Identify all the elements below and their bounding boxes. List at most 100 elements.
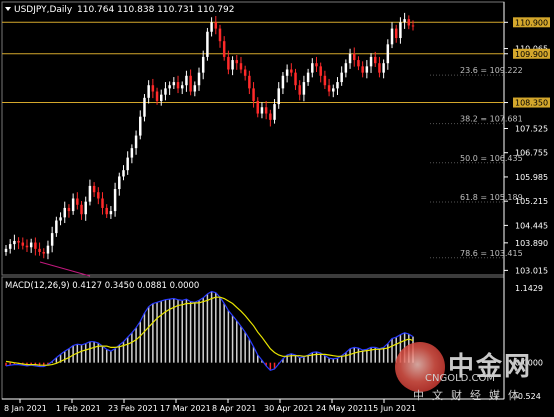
price-tick-label: 110.900 — [515, 18, 548, 27]
candle-body — [118, 176, 121, 190]
candle-body — [67, 207, 71, 212]
candle-body — [185, 75, 188, 86]
candle-body — [327, 85, 331, 92]
candle-body — [71, 198, 75, 212]
candle-body — [201, 56, 205, 73]
ohlc-label: 110.764 110.838 110.731 110.792 — [77, 5, 234, 15]
price-tick-label: 105.985 — [515, 173, 548, 182]
candle-body — [151, 85, 155, 92]
candle-body — [13, 240, 16, 245]
candle-body — [340, 72, 343, 83]
candle-body — [344, 63, 348, 73]
candle-body — [386, 44, 390, 64]
candle-body — [84, 201, 87, 215]
candle-body — [411, 25, 415, 27]
symbol-label: USDJPY,Daily — [14, 5, 73, 15]
candle-body — [323, 75, 327, 86]
candle-body — [88, 185, 92, 202]
candle-body — [46, 245, 50, 254]
candle-body — [269, 113, 272, 120]
candle-body — [264, 107, 268, 114]
fib-label-1: 38.2 = 107.681 — [460, 115, 523, 124]
candle-body — [243, 69, 247, 76]
price-tick-label: 104.445 — [515, 221, 548, 230]
candle-body — [357, 60, 360, 67]
candle-body — [218, 28, 222, 42]
candle-body — [63, 207, 66, 218]
candle-body — [407, 19, 411, 26]
candle-body — [80, 204, 83, 215]
time-tick-label: 23 Feb 2021 — [108, 404, 158, 413]
candle-body — [109, 211, 113, 215]
candle-body — [378, 63, 381, 73]
price-tick-label: 103.890 — [515, 239, 548, 248]
price-tick-label: 107.525 — [515, 124, 548, 133]
candle-body — [193, 85, 197, 92]
candle-body — [403, 19, 406, 23]
candle-body — [4, 248, 8, 252]
candle-body — [21, 242, 25, 246]
time-tick-label: 17 Mar 2021 — [160, 404, 211, 413]
candle-body — [126, 157, 129, 171]
candle-body — [315, 63, 318, 67]
candle-body — [353, 53, 356, 61]
candle-body — [160, 94, 163, 101]
candle-body — [101, 198, 104, 208]
candle-body — [25, 245, 29, 248]
watermark: 中金网 CNGOLD.COM 中文财经媒体 — [395, 342, 554, 402]
candle-body — [17, 240, 20, 243]
candle-body — [252, 88, 255, 101]
candle-body — [332, 88, 335, 92]
macd-tick-label: 1.1429 — [515, 284, 543, 293]
watermark-site: CNGOLD.COM — [425, 373, 496, 384]
candle-body — [373, 56, 377, 64]
candle-body — [365, 66, 369, 73]
candle-body — [147, 85, 150, 98]
fib-label-3: 61.8 = 105.189 — [460, 193, 523, 202]
candle-body — [256, 100, 259, 114]
candle-body — [348, 53, 352, 64]
candle-body — [260, 107, 264, 114]
candle-body — [155, 91, 159, 101]
candle-body — [189, 75, 192, 92]
candle-body — [277, 88, 280, 105]
candle-body — [50, 233, 54, 246]
candle-body — [139, 116, 142, 136]
candle-body — [8, 244, 12, 249]
watermark-subtitle: 中文财经媒体 — [413, 389, 527, 402]
candle-body — [168, 85, 171, 89]
candle-body — [172, 82, 176, 86]
price-tick-label: 105.215 — [515, 197, 548, 206]
candle-body — [239, 63, 243, 70]
candle-body — [113, 189, 117, 212]
macd-label: MACD(12,26,9) 0.4127 0.3450 0.0881 0.000… — [5, 281, 199, 291]
candle-body — [298, 85, 301, 95]
candle-body — [130, 148, 134, 158]
candle-body — [34, 242, 37, 249]
candle-body — [285, 69, 289, 76]
candle-body — [143, 97, 146, 117]
time-tick-label: 30 Apr 2021 — [264, 404, 313, 413]
candle-body — [302, 82, 306, 95]
candle-body — [319, 66, 322, 76]
candle-body — [227, 56, 230, 70]
candle-body — [390, 28, 394, 45]
price-tick-label: 109.900 — [515, 50, 548, 59]
candle-body — [197, 72, 201, 86]
fib-label-4: 78.6 = 103.415 — [460, 249, 523, 258]
candle-body — [210, 22, 213, 32]
candle-body — [105, 207, 108, 215]
candle-body — [42, 251, 46, 254]
candle-body — [311, 63, 314, 73]
candle-body — [294, 72, 297, 86]
candle-body — [97, 192, 100, 199]
time-tick-label: 15 Jun 2021 — [368, 404, 416, 413]
candle-body — [306, 72, 310, 83]
candle-body — [394, 28, 398, 39]
candle-body — [38, 248, 41, 252]
candle-body — [214, 22, 218, 29]
time-tick-label: 8 Jan 2021 — [4, 404, 47, 413]
candle-body — [222, 41, 226, 57]
fib-label-0: 23.6 = 109.222 — [460, 66, 523, 75]
candle-body — [248, 75, 251, 89]
